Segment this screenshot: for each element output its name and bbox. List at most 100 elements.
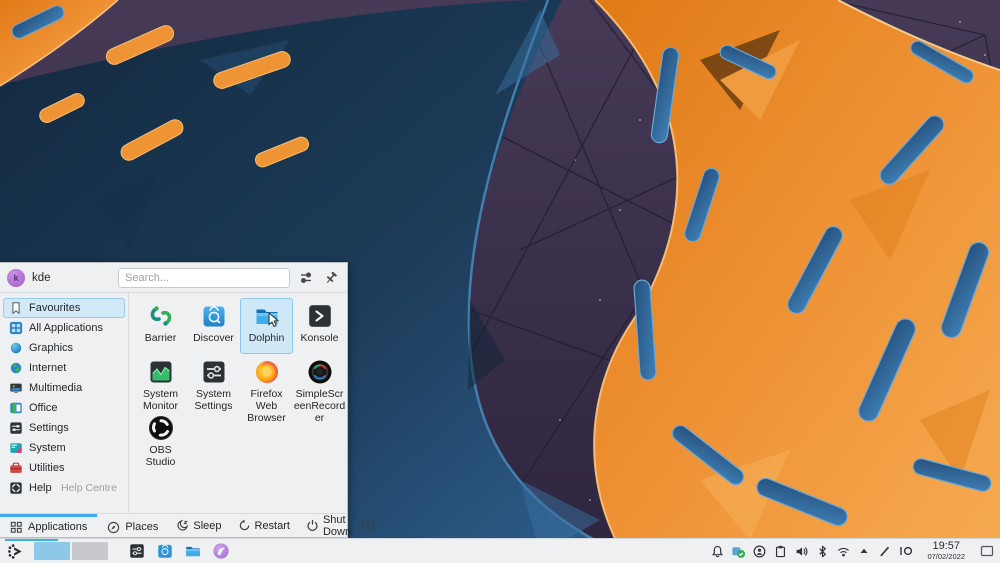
- application-launcher-button[interactable]: [6, 542, 25, 561]
- system-monitor-icon: [9, 441, 23, 455]
- favourites-app-grid: Barrier Discover Dolphin Konsole System …: [129, 293, 347, 513]
- sidebar-item-label: Internet: [29, 362, 66, 374]
- display-io-icon[interactable]: [898, 543, 914, 559]
- system-settings-app-icon: [200, 358, 228, 386]
- app-obs-studio[interactable]: OBS Studio: [134, 410, 187, 466]
- places-compass-icon: [107, 521, 120, 534]
- application-launcher-popup: k kde Favourites All Applications Graphi…: [0, 262, 348, 538]
- task-system-settings[interactable]: [127, 542, 146, 561]
- session-label: Shut Down: [323, 514, 351, 538]
- pager-desktop-1[interactable]: [34, 542, 70, 560]
- expand-tray-icon[interactable]: [856, 543, 872, 559]
- pin-icon: [323, 270, 339, 286]
- app-dolphin[interactable]: Dolphin: [240, 298, 293, 354]
- sort-options-button[interactable]: [297, 269, 315, 287]
- sidebar-item-system[interactable]: System: [3, 438, 125, 458]
- clock-date: 07/02/2022: [927, 553, 965, 561]
- sidebar-item-multimedia[interactable]: Multimedia: [3, 378, 125, 398]
- discover-icon: [200, 302, 228, 330]
- app-label: System Monitor: [135, 389, 187, 413]
- search-input[interactable]: [118, 268, 290, 288]
- sidebar-item-office[interactable]: Office: [3, 398, 125, 418]
- launcher-header: k kde: [0, 263, 347, 293]
- digital-clock[interactable]: 19:57 07/02/2022: [927, 541, 965, 561]
- system-tray: [709, 543, 914, 559]
- sidebar-item-label: Help: [29, 482, 52, 494]
- obs-studio-icon: [147, 414, 175, 442]
- purple-swirl-app-icon: [212, 542, 230, 560]
- taskbar-panel: 19:57 07/02/2022: [0, 538, 1000, 563]
- tab-label: Places: [125, 521, 158, 533]
- mouse-cursor: [268, 312, 281, 328]
- sleep-moon-icon: [176, 519, 189, 532]
- pin-button[interactable]: [322, 269, 340, 287]
- task-discover[interactable]: [155, 542, 174, 561]
- office-icon: [9, 401, 23, 415]
- more-session-options-button[interactable]: [359, 514, 383, 537]
- clipboard-icon[interactable]: [772, 543, 788, 559]
- notifications-icon[interactable]: [709, 543, 725, 559]
- dolphin-task-icon: [184, 542, 202, 560]
- sort-icon: [298, 270, 314, 286]
- system-settings-task-icon: [128, 542, 146, 560]
- app-konsole[interactable]: Konsole: [293, 298, 346, 354]
- app-system-monitor[interactable]: System Monitor: [134, 354, 187, 410]
- sidebar-item-settings[interactable]: Settings: [3, 418, 125, 438]
- app-barrier[interactable]: Barrier: [134, 298, 187, 354]
- pager-desktop-2[interactable]: [72, 542, 108, 560]
- settings-sliders-icon: [9, 421, 23, 435]
- sidebar-item-label: System: [29, 442, 66, 454]
- sidebar-item-help[interactable]: Help Help Centre: [3, 478, 125, 498]
- applications-tab-icon: [10, 521, 23, 534]
- task-dolphin[interactable]: [183, 542, 202, 561]
- app-system-settings[interactable]: System Settings: [187, 354, 240, 410]
- virtual-desktop-pager: [34, 542, 108, 560]
- pen-tablet-icon[interactable]: [877, 543, 893, 559]
- sidebar-item-favourites[interactable]: Favourites: [3, 298, 125, 318]
- shut-down-button[interactable]: Shut Down: [298, 514, 359, 537]
- sidebar-item-internet[interactable]: Internet: [3, 358, 125, 378]
- network-wifi-icon[interactable]: [835, 543, 851, 559]
- bluetooth-icon[interactable]: [814, 543, 830, 559]
- tab-places[interactable]: Places: [97, 514, 168, 537]
- launcher-body: Favourites All Applications Graphics Int…: [0, 293, 347, 513]
- sidebar-item-utilities[interactable]: Utilities: [3, 458, 125, 478]
- sidebar-item-label: All Applications: [29, 322, 103, 334]
- show-desktop-icon: [980, 544, 994, 558]
- app-firefox[interactable]: Firefox Web Browser: [240, 354, 293, 410]
- globe-icon: [9, 361, 23, 375]
- sidebar-item-label: Office: [29, 402, 58, 414]
- firefox-icon: [253, 358, 281, 386]
- clock-time: 19:57: [927, 541, 965, 552]
- sleep-button[interactable]: Sleep: [168, 514, 229, 537]
- volume-icon[interactable]: [793, 543, 809, 559]
- konsole-icon: [306, 302, 334, 330]
- sidebar-item-all-applications[interactable]: All Applications: [3, 318, 125, 338]
- sidebar-item-graphics[interactable]: Graphics: [3, 338, 125, 358]
- app-label: Dolphin: [241, 333, 293, 345]
- show-desktop-button[interactable]: [980, 543, 994, 559]
- system-monitor-app-icon: [147, 358, 175, 386]
- session-label: Sleep: [193, 520, 221, 532]
- launcher-active-indicator: [5, 539, 58, 541]
- user-name: kde: [32, 272, 51, 284]
- restart-button[interactable]: Restart: [230, 514, 298, 537]
- tab-applications[interactable]: Applications: [0, 514, 97, 537]
- app-label: SimpleScreenRecorder: [294, 389, 346, 424]
- software-updates-icon[interactable]: [730, 543, 746, 559]
- app-label: Konsole: [294, 333, 346, 345]
- privacy-user-icon[interactable]: [751, 543, 767, 559]
- help-icon: [9, 481, 23, 495]
- bookmark-icon: [9, 301, 23, 315]
- task-purple-swirl-app[interactable]: [211, 542, 230, 561]
- task-manager: [127, 542, 230, 561]
- discover-task-icon: [156, 542, 174, 560]
- user-avatar[interactable]: k: [7, 269, 25, 287]
- graphics-sphere-icon: [9, 341, 23, 355]
- sidebar-item-label: Utilities: [29, 462, 64, 474]
- app-label: OBS Studio: [135, 445, 187, 469]
- sidebar-item-label: Favourites: [29, 302, 80, 314]
- app-discover[interactable]: Discover: [187, 298, 240, 354]
- kickoff-icon: [6, 542, 25, 561]
- app-simplescreenrecorder[interactable]: SimpleScreenRecorder: [293, 354, 346, 410]
